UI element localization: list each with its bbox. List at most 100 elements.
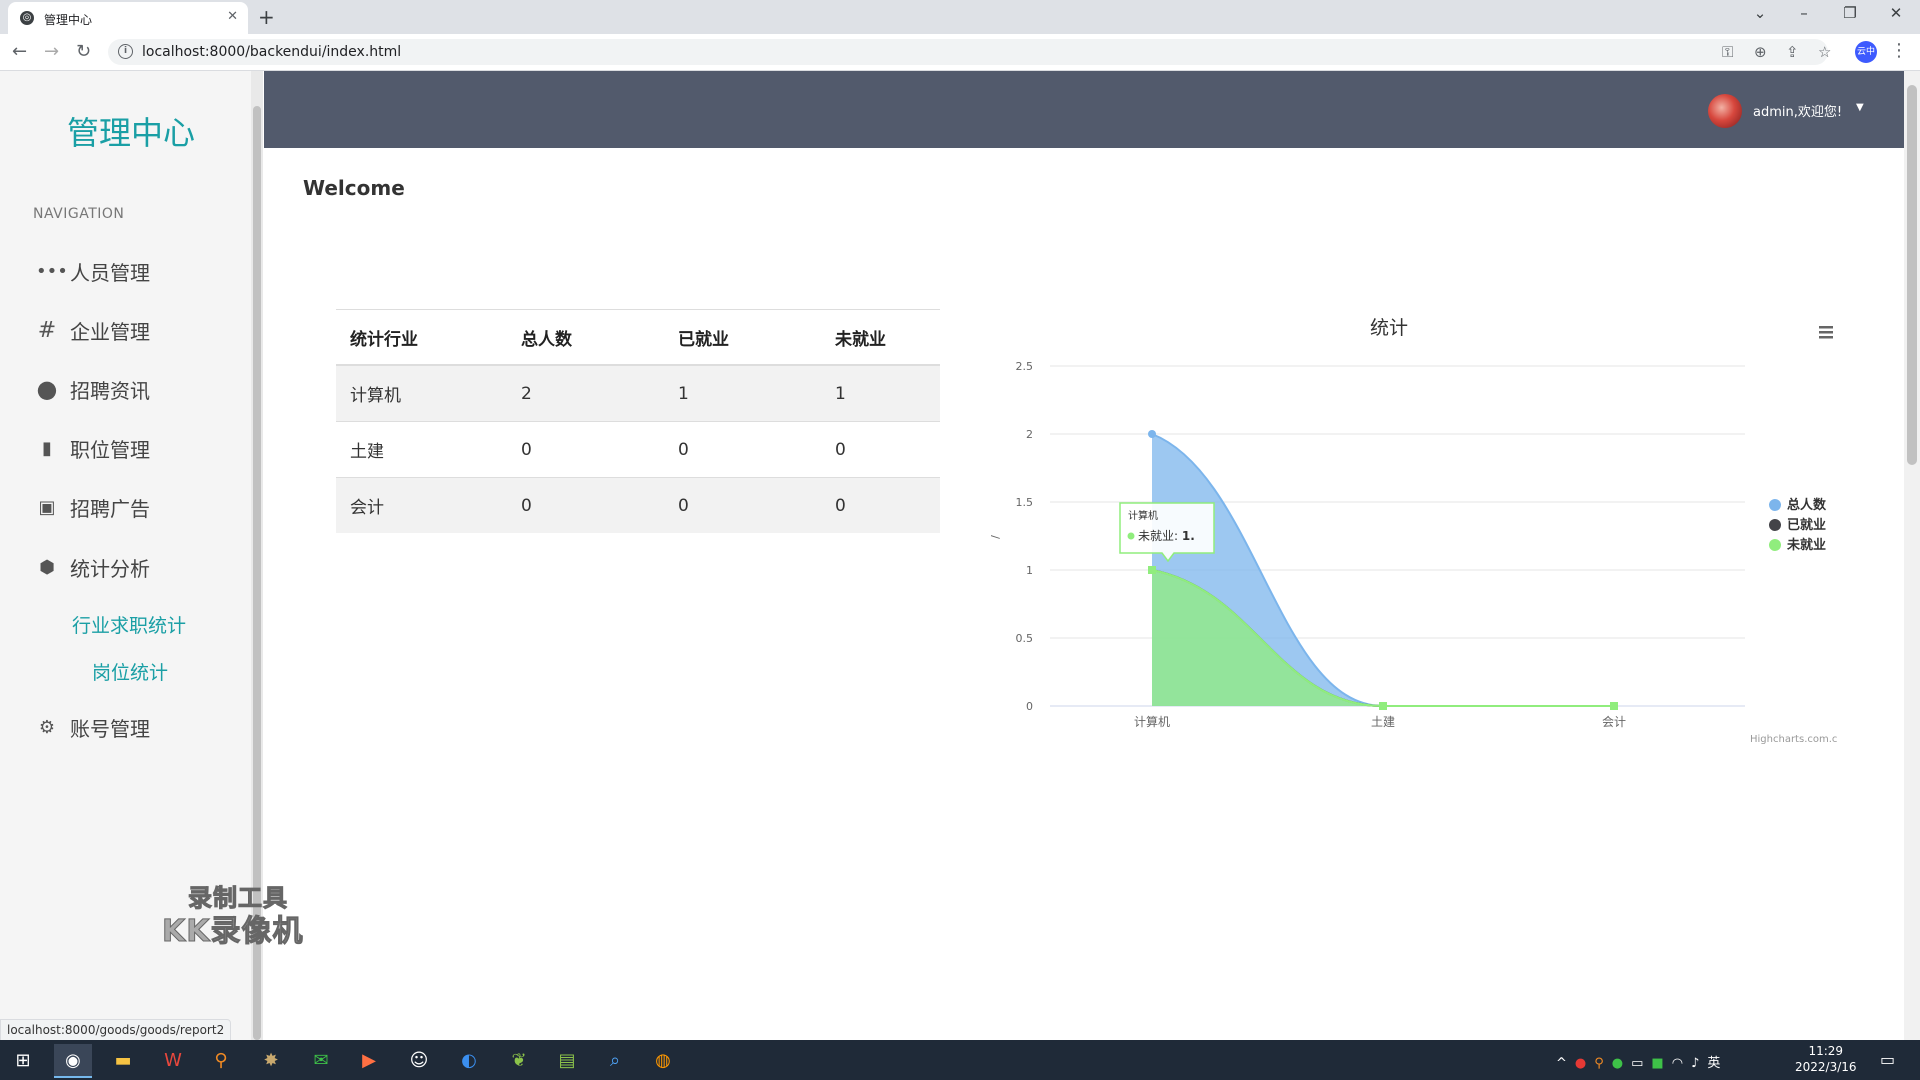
qq-icon[interactable]: ☺ — [400, 1044, 438, 1076]
status-url: localhost:8000/goods/goods/report2 — [0, 1019, 232, 1042]
sidebar-item-label: 招聘资讯 — [70, 378, 150, 403]
back-icon[interactable]: ← — [12, 41, 27, 62]
table-cell: 计算机 — [336, 364, 507, 422]
tab-title: 管理中心 — [44, 13, 93, 27]
minimize-icon[interactable]: – — [1784, 4, 1824, 22]
stats-table: 统计行业 总人数 已就业 未就业 计算机 2 1 1 土建 0 0 0 会计 0… — [336, 309, 940, 533]
share-icon[interactable]: ⇪ — [1786, 43, 1799, 61]
table-cell: 2 — [507, 364, 664, 422]
tooltip-value: 未就业: 1. — [1138, 529, 1195, 543]
user-avatar[interactable] — [1708, 94, 1742, 128]
key-icon[interactable]: ⚿ — [1722, 43, 1733, 61]
notification-icon[interactable]: ▭ — [1880, 1050, 1895, 1069]
browser-tab[interactable]: ◎ 管理中心 ✕ — [8, 2, 248, 34]
tray-wechat-icon: ● — [1611, 1056, 1632, 1071]
subitem-industry-stats[interactable]: 行业求职统计 — [72, 611, 186, 638]
windows-start-icon[interactable]: ⊞ — [4, 1044, 42, 1076]
y-tick-label: 0.5 — [1016, 632, 1034, 645]
browser-menu-icon[interactable]: ⋮ — [1890, 40, 1908, 61]
legend-item[interactable]: 已就业 — [1787, 517, 1826, 533]
x-tick-label: 土建 — [1371, 715, 1395, 729]
wechat-icon[interactable]: ✉ — [302, 1044, 340, 1076]
tray-shield-icon: ● — [1574, 1056, 1595, 1071]
x-tick-label: 计算机 — [1134, 714, 1170, 729]
sidebar-item-label: 招聘广告 — [70, 496, 150, 521]
tray-chevron-icon: ^ — [1556, 1056, 1575, 1071]
chart-credits[interactable]: Highcharts.com.c — [1750, 734, 1837, 745]
clock-date: 2022/3/16 — [1795, 1060, 1857, 1074]
magnifier-app-icon[interactable]: ⌕ — [596, 1044, 634, 1076]
bookmark-star-icon[interactable]: ☆ — [1818, 43, 1831, 61]
table-cell: 0 — [664, 421, 821, 478]
chrome-icon[interactable]: ◉ — [54, 1044, 92, 1078]
recorder-app-icon[interactable]: ◍ — [644, 1044, 682, 1076]
sidebar-item-accounts[interactable]: ⚙ 账号管理 — [36, 711, 150, 743]
table-header: 总人数 — [507, 309, 664, 366]
site-info-icon[interactable]: i — [118, 44, 133, 59]
legend-marker — [1769, 519, 1781, 531]
window-close-icon[interactable]: ✕ — [1876, 4, 1916, 22]
sidebar-item-label: 职位管理 — [70, 437, 150, 462]
data-point — [1379, 702, 1387, 710]
legend-item[interactable]: 未就业 — [1786, 537, 1826, 553]
address-bar[interactable]: i localhost:8000/backendui/index.html — [108, 39, 1828, 65]
browser-app-icon[interactable]: ◐ — [450, 1044, 488, 1076]
wps-icon[interactable]: W — [154, 1044, 192, 1076]
sidebar-item-recruit-news[interactable]: ● 招聘资讯 — [36, 373, 150, 405]
user-greeting[interactable]: admin,欢迎您! — [1753, 101, 1842, 120]
table-header: 未就业 — [821, 309, 940, 366]
sidebar-item-statistics[interactable]: ⬢ 统计分析 — [36, 551, 150, 583]
subitem-position-stats[interactable]: 岗位统计 — [92, 658, 168, 685]
chart-menu-icon[interactable] — [1819, 326, 1833, 339]
file-explorer-icon[interactable]: ▬ — [104, 1044, 142, 1076]
y-tick-label: 1 — [1026, 564, 1033, 577]
data-point — [1148, 430, 1156, 438]
tooltip-category: 计算机 — [1128, 509, 1158, 522]
more-dots-icon: ••• — [36, 260, 68, 282]
page-title: Welcome — [303, 176, 405, 200]
sidebar-item-positions[interactable]: ▮ 职位管理 — [36, 432, 150, 464]
sidebar-item-label: 人员管理 — [70, 260, 150, 285]
reload-icon[interactable]: ↻ — [76, 41, 91, 62]
top-header — [264, 71, 1904, 148]
table-row: 计算机 2 1 1 — [336, 364, 940, 422]
tray-volume-icon: ♪ — [1691, 1056, 1708, 1071]
main-scrollbar[interactable] — [1904, 71, 1920, 1040]
legend-item[interactable]: 总人数 — [1787, 497, 1827, 513]
search-app-icon[interactable]: ⚲ — [202, 1044, 240, 1076]
close-tab-icon[interactable]: ✕ — [227, 9, 238, 24]
brand-title: 管理中心 — [66, 114, 195, 152]
url-text: localhost:8000/backendui/index.html — [142, 44, 402, 60]
tab-strip — [0, 0, 1920, 34]
legend-marker — [1769, 499, 1781, 511]
forward-icon[interactable]: → — [44, 41, 59, 62]
ime-indicator[interactable]: 英 — [1707, 1056, 1728, 1071]
new-tab-button[interactable]: + — [258, 5, 275, 29]
sidebar-item-enterprise[interactable]: # 企业管理 — [36, 314, 150, 346]
tray-green-icon: ■ — [1651, 1056, 1672, 1071]
stats-chart[interactable]: 统计 00.511.522.5 计算机 土建 会计 / 总人数已就业未就业 计算机未… — [985, 305, 1845, 755]
tray-battery-icon: ▭ — [1631, 1056, 1652, 1071]
tab-search-icon[interactable]: ⌄ — [1740, 4, 1780, 22]
sidebar-item-personnel[interactable]: ••• 人员管理 — [36, 255, 150, 287]
player-app-icon[interactable]: ▶ — [350, 1044, 388, 1076]
caret-down-icon[interactable]: ▼ — [1856, 102, 1864, 113]
gears-icon: ⚙ — [38, 716, 56, 738]
watermark-line2: KK录像机 — [162, 914, 304, 950]
image-icon: ▣ — [38, 496, 56, 518]
system-tray[interactable]: ^●⚲●▭■◠♪英 — [1556, 1052, 1728, 1071]
sidebar-item-ads[interactable]: ▣ 招聘广告 — [36, 491, 150, 523]
y-tick-label: 1.5 — [1016, 496, 1034, 509]
taskbar-clock[interactable]: 11:29 2022/3/16 — [1795, 1043, 1857, 1075]
leaf-app-icon[interactable]: ❦ — [500, 1044, 538, 1076]
sidebar-item-label: 企业管理 — [70, 319, 150, 344]
table-cell: 0 — [507, 421, 664, 478]
zoom-icon[interactable]: ⊕ — [1754, 43, 1767, 61]
game-app-icon[interactable]: ✸ — [252, 1044, 290, 1076]
editor-app-icon[interactable]: ▤ — [548, 1044, 586, 1076]
restore-icon[interactable]: ❐ — [1830, 4, 1870, 22]
file-icon: ▮ — [42, 437, 52, 459]
profile-avatar[interactable]: 云中 — [1855, 41, 1877, 63]
table-cell: 0 — [664, 477, 821, 533]
table-row: 会计 0 0 0 — [336, 477, 940, 533]
